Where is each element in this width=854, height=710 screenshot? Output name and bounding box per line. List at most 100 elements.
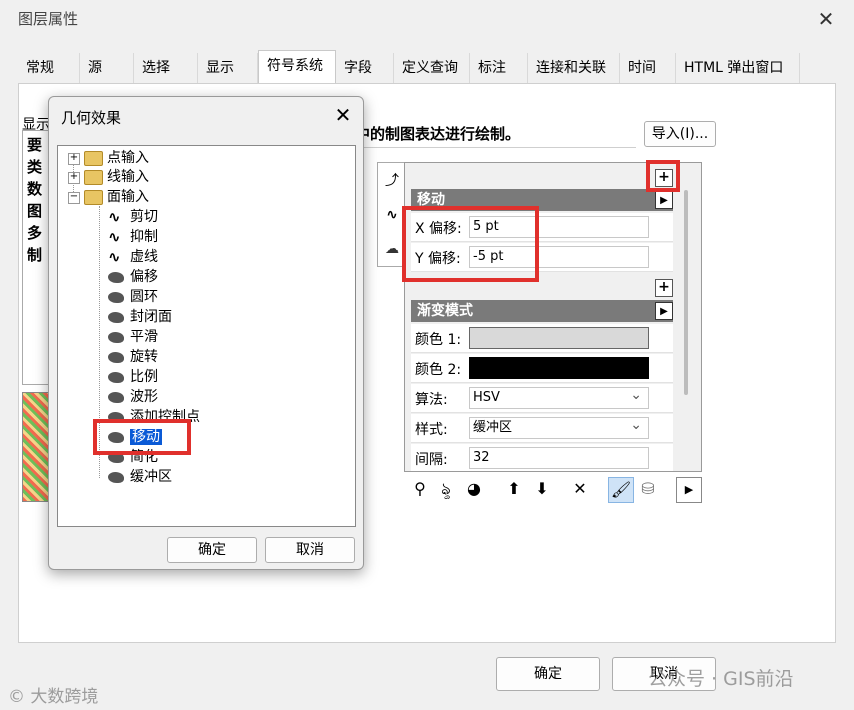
expand-icon[interactable]: + [68,172,80,184]
tab-fields[interactable]: 字段 [336,53,394,83]
polygon-effect-icon [108,471,124,483]
show-item[interactable]: 要 [27,134,42,156]
highlight-plus-button [646,160,680,192]
tab-selection[interactable]: 选择 [134,53,198,83]
move-section-arrow-icon[interactable]: ▶ [655,191,673,209]
window-title: 图层属性 [18,10,79,28]
tree-item-donut[interactable]: 圆环 [108,287,158,307]
interval-input[interactable]: 32 [469,447,649,469]
tab-html-popup[interactable]: HTML 弹出窗口 [676,53,800,83]
draw-description-text: 中的制图表达进行绘制。 [355,125,521,143]
line-effect-icon: ∿ [108,208,121,226]
collapse-icon[interactable]: − [68,192,80,204]
tree-folder-label: 点输入 [107,150,149,166]
stroke-icon[interactable]: ∿ [380,201,404,229]
dialog-cancel-button[interactable]: 取消 [265,537,355,563]
algorithm-row: 算法: HSV [411,384,673,413]
color2-label: 颜色 2: [415,362,462,378]
tree-item-label: 缓冲区 [130,469,172,485]
add-effect-plus-icon-2[interactable]: + [655,279,673,297]
tree-item-scale[interactable]: 比例 [108,367,158,387]
tree-item-label: 比例 [130,369,158,385]
color2-row: 颜色 2: [411,354,673,383]
add-marker-tool-icon[interactable]: ⚲ [408,477,432,501]
tab-general[interactable]: 常规 [18,53,80,83]
tree-item-buffer[interactable]: 缓冲区 [108,467,172,487]
add-fill-tool-icon[interactable]: ◕ [462,477,486,501]
window-close-icon[interactable]: ✕ [815,8,837,30]
symbol-preview-image [22,392,50,502]
polygon-effect-icon [108,351,124,363]
folder-icon [84,169,103,185]
polygon-fill-icon[interactable]: ☁ [380,235,404,263]
tree-item-label: 旋转 [130,349,158,365]
tab-joins-relates[interactable]: 连接和关联 [528,53,620,83]
ok-button[interactable]: 确定 [496,657,600,691]
expand-icon[interactable]: + [68,153,80,165]
tab-display[interactable]: 显示 [198,53,258,83]
effects-tree: + 点输入 + 线输入 − 面输入 ∿ 剪切 ∿ 抑制 ∿ 虚线 偏移 圆环 封闭面 … [57,145,356,527]
tree-item-label: 封闭面 [130,309,172,325]
tree-folder-polygon[interactable]: − 面输入 [68,187,149,207]
tab-time[interactable]: 时间 [620,53,676,83]
tree-folder-point[interactable]: + 点输入 [68,148,149,168]
algorithm-label: 算法: [415,392,448,408]
tree-item-offset[interactable]: 偏移 [108,267,158,287]
tree-item-label: 虚线 [130,249,158,265]
tree-item-enclosing-polygon[interactable]: 封闭面 [108,307,172,327]
tree-item-dash[interactable]: ∿ 虚线 [108,247,158,267]
color1-row: 颜色 1: [411,324,673,353]
polygon-effect-icon [108,311,124,323]
tab-labels[interactable]: 标注 [470,53,528,83]
database-icon[interactable]: ⛁ [636,477,660,501]
color1-swatch[interactable] [469,327,649,349]
algorithm-select[interactable]: HSV [469,385,649,409]
dialog-close-icon[interactable]: ✕ [331,103,355,127]
watermark-left: © 大数跨境 [8,687,99,707]
polygon-effect-icon [108,371,124,383]
color2-swatch[interactable] [469,357,649,379]
tree-item-wave[interactable]: 波形 [108,387,158,407]
tree-item-clip[interactable]: ∿ 剪切 [108,207,158,227]
brush-icon[interactable]: 🖌 [608,477,634,503]
dialog-ok-button[interactable]: 确定 [167,537,257,563]
import-button[interactable]: 导入(I)... [644,121,716,147]
tree-folder-label: 面输入 [107,189,149,205]
interval-label: 间隔: [415,452,448,468]
tab-source[interactable]: 源 [80,53,134,83]
add-stroke-tool-icon[interactable]: ৡ [434,477,458,501]
style-row: 样式: 缓冲区 [411,414,673,443]
interval-row: 间隔: 32 [411,444,673,471]
move-up-icon[interactable]: ⬆ [502,477,526,501]
properties-scrollbar[interactable] [684,190,688,395]
show-item[interactable]: 多 [27,222,42,244]
geometric-effects-dialog: 几何效果 ✕ + 点输入 + 线输入 − 面输入 ∿ 剪切 ∿ 抑制 ∿ 虚线 偏移 … [48,96,364,570]
tree-item-label: 平滑 [130,329,158,345]
show-item[interactable]: 数 [27,178,42,200]
polygon-effect-icon [108,271,124,283]
symbol-layer-toolbar: ⚲ ৡ ◕ ⬆ ⬇ ✕ 🖌 ⛁ ▶ [404,475,702,505]
tree-item-suppress[interactable]: ∿ 抑制 [108,227,158,247]
move-down-icon[interactable]: ⬇ [530,477,554,501]
tree-item-label: 偏移 [130,269,158,285]
polygon-effect-icon [108,291,124,303]
color1-label: 颜色 1: [415,332,462,348]
tree-item-smooth[interactable]: 平滑 [108,327,158,347]
tree-folder-line[interactable]: + 线输入 [68,167,149,187]
tab-symbology[interactable]: 符号系统 [258,50,336,84]
dialog-title: 几何效果 [61,109,122,127]
gradient-section-arrow-icon[interactable]: ▶ [655,302,673,320]
highlight-offset-fields [402,206,539,282]
delete-icon[interactable]: ✕ [568,477,592,501]
show-item[interactable]: 图 [27,200,42,222]
highlight-move-item [93,419,191,455]
show-item[interactable]: 类 [27,156,42,178]
folder-icon [84,189,103,205]
tree-item-rotate[interactable]: 旋转 [108,347,158,367]
marker-effect-icon[interactable]: ⤴ [380,167,404,195]
tree-item-label: 波形 [130,389,158,405]
tab-definition-query[interactable]: 定义查询 [394,53,470,83]
more-arrow-icon[interactable]: ▶ [676,477,702,503]
style-select[interactable]: 缓冲区 [469,415,649,439]
show-item[interactable]: 制 [27,244,42,266]
